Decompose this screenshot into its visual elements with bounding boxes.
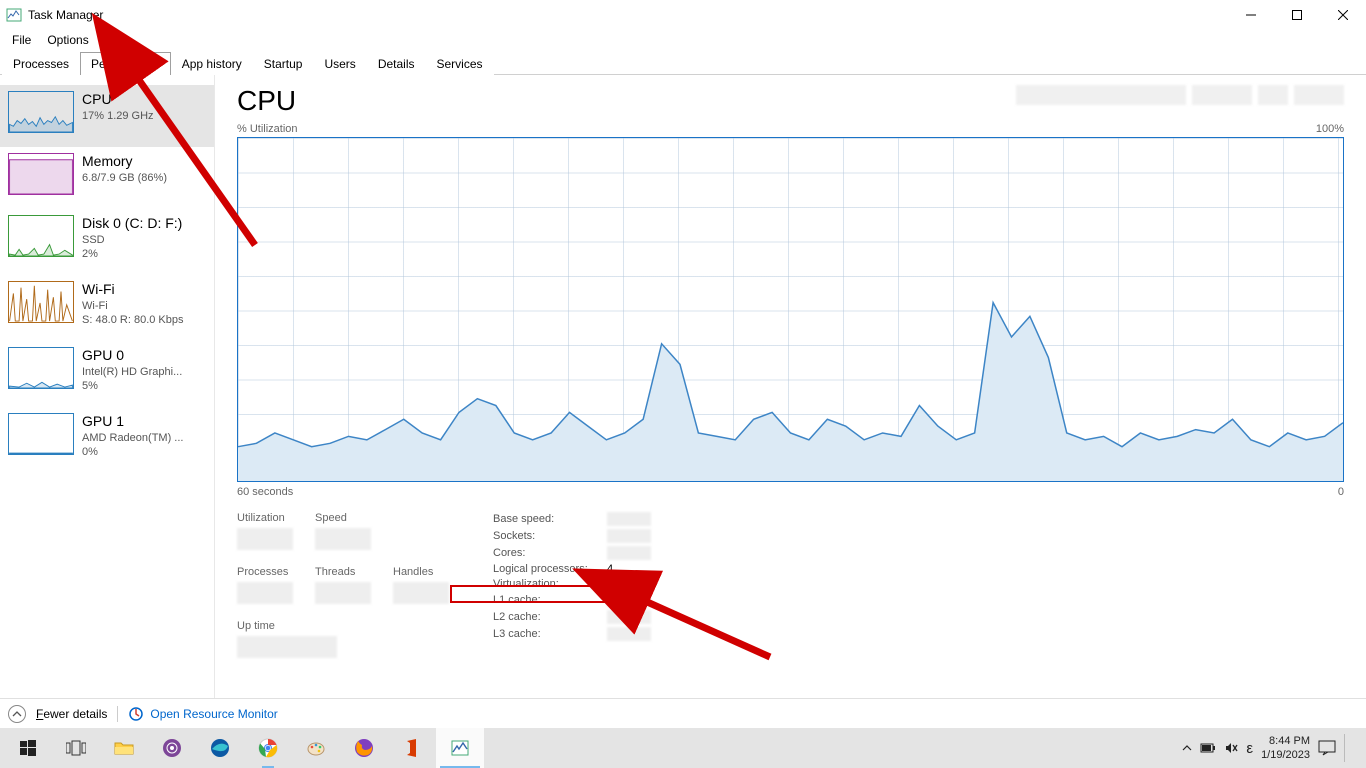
taskbar-paint[interactable]	[292, 728, 340, 768]
tabbar: Processes Performance App history Startu…	[0, 52, 1366, 75]
menu-options[interactable]: Options	[39, 30, 96, 52]
redacted-value	[237, 528, 293, 550]
titlebar: Task Manager	[0, 0, 1366, 30]
window-title: Task Manager	[28, 8, 103, 22]
cpu-name-redacted	[1016, 85, 1344, 105]
page-title: CPU	[237, 85, 296, 117]
tab-services[interactable]: Services	[426, 52, 494, 75]
sidebar-item-cpu[interactable]: CPU 17% 1.29 GHz	[0, 85, 214, 147]
resource-monitor-icon	[128, 706, 144, 722]
sparkline	[8, 281, 74, 323]
volume-icon[interactable]	[1224, 741, 1238, 755]
stat-row: Sockets:	[493, 529, 651, 543]
redacted-value	[237, 582, 293, 604]
sparkline	[8, 215, 74, 257]
tab-details[interactable]: Details	[367, 52, 426, 75]
sidebar-item-gpu-1[interactable]: GPU 1 AMD Radeon(TM) ... 0%	[0, 407, 214, 473]
y-axis-label: % Utilization	[237, 123, 298, 135]
redacted-value	[607, 593, 651, 607]
redacted-value	[607, 529, 651, 543]
start-button[interactable]	[4, 728, 52, 768]
y-axis-max: 100%	[1316, 123, 1344, 135]
sparkline	[8, 153, 74, 195]
menubar: File Options View	[0, 30, 1366, 52]
sidebar-item-disk-0-c-d-f-[interactable]: Disk 0 (C: D: F:) SSD 2%	[0, 209, 214, 275]
open-resource-monitor-link[interactable]: Open Resource Monitor	[128, 706, 277, 722]
taskbar-taskmanager[interactable]	[436, 728, 484, 768]
stat-row: Virtualization:Enabled	[493, 578, 651, 590]
menu-file[interactable]: File	[4, 30, 39, 52]
taskbar-office[interactable]	[388, 728, 436, 768]
cpu-utilization-chart	[237, 137, 1344, 482]
main-pane: CPU % Utilization 100% 60 seconds 0	[215, 75, 1366, 698]
taskbar-tor[interactable]	[148, 728, 196, 768]
sparkline	[8, 91, 74, 133]
maximize-button[interactable]	[1274, 0, 1320, 30]
battery-icon[interactable]	[1200, 741, 1216, 755]
stat-row: L1 cache:	[493, 593, 651, 607]
fewer-details-link[interactable]: Fewer details	[36, 707, 107, 721]
tray-language[interactable]: ε	[1246, 740, 1253, 757]
stat-row: L3 cache:	[493, 627, 651, 641]
taskview-button[interactable]	[52, 728, 100, 768]
minimize-button[interactable]	[1228, 0, 1274, 30]
x-axis-left: 60 seconds	[237, 486, 293, 498]
sidebar: CPU 17% 1.29 GHz Memory 6.8/7.9 GB (86%)…	[0, 75, 215, 698]
stat-row: Cores:	[493, 546, 651, 560]
cpu-stats-left: Utilization Speed Processes Threads Hand…	[237, 512, 453, 658]
notifications-icon[interactable]	[1318, 740, 1336, 756]
taskbar-firefox[interactable]	[340, 728, 388, 768]
taskbar-edge[interactable]	[196, 728, 244, 768]
redacted-value	[607, 610, 651, 624]
sparkline	[8, 413, 74, 455]
menu-view[interactable]: View	[97, 30, 139, 52]
tab-users[interactable]: Users	[313, 52, 366, 75]
tray-clock[interactable]: 8:44 PM 1/19/2023	[1261, 734, 1310, 762]
redacted-value	[607, 546, 651, 560]
tab-startup[interactable]: Startup	[253, 52, 314, 75]
system-tray: ε 8:44 PM 1/19/2023	[1182, 734, 1362, 762]
stat-row: Base speed:	[493, 512, 651, 526]
sparkline	[8, 347, 74, 389]
taskbar: ε 8:44 PM 1/19/2023	[0, 728, 1366, 768]
separator	[117, 706, 118, 722]
sidebar-item-wi-fi[interactable]: Wi-Fi Wi-Fi S: 48.0 R: 80.0 Kbps	[0, 275, 214, 341]
x-axis-right: 0	[1338, 486, 1344, 498]
taskbar-file-explorer[interactable]	[100, 728, 148, 768]
taskbar-chrome[interactable]	[244, 728, 292, 768]
footer: Fewer details Open Resource Monitor	[0, 698, 1366, 728]
tray-overflow-icon[interactable]	[1182, 743, 1192, 753]
taskmanager-icon	[6, 7, 22, 23]
stat-row: L2 cache:	[493, 610, 651, 624]
redacted-value	[607, 512, 651, 526]
sidebar-item-memory[interactable]: Memory 6.8/7.9 GB (86%)	[0, 147, 214, 209]
stat-row: Logical processors:4	[493, 563, 651, 575]
redacted-value	[393, 582, 449, 604]
tab-performance[interactable]: Performance	[80, 52, 171, 75]
cpu-stats-right: Base speed: Sockets: Cores: Logical process…	[493, 512, 651, 658]
redacted-value	[607, 627, 651, 641]
close-button[interactable]	[1320, 0, 1366, 30]
tab-processes[interactable]: Processes	[2, 52, 80, 75]
redacted-value	[315, 528, 371, 550]
sidebar-item-gpu-0[interactable]: GPU 0 Intel(R) HD Graphi... 5%	[0, 341, 214, 407]
chevron-up-icon[interactable]	[8, 705, 26, 723]
redacted-value	[315, 582, 371, 604]
show-desktop[interactable]	[1344, 734, 1354, 762]
tab-app-history[interactable]: App history	[171, 52, 253, 75]
redacted-value	[237, 636, 337, 658]
